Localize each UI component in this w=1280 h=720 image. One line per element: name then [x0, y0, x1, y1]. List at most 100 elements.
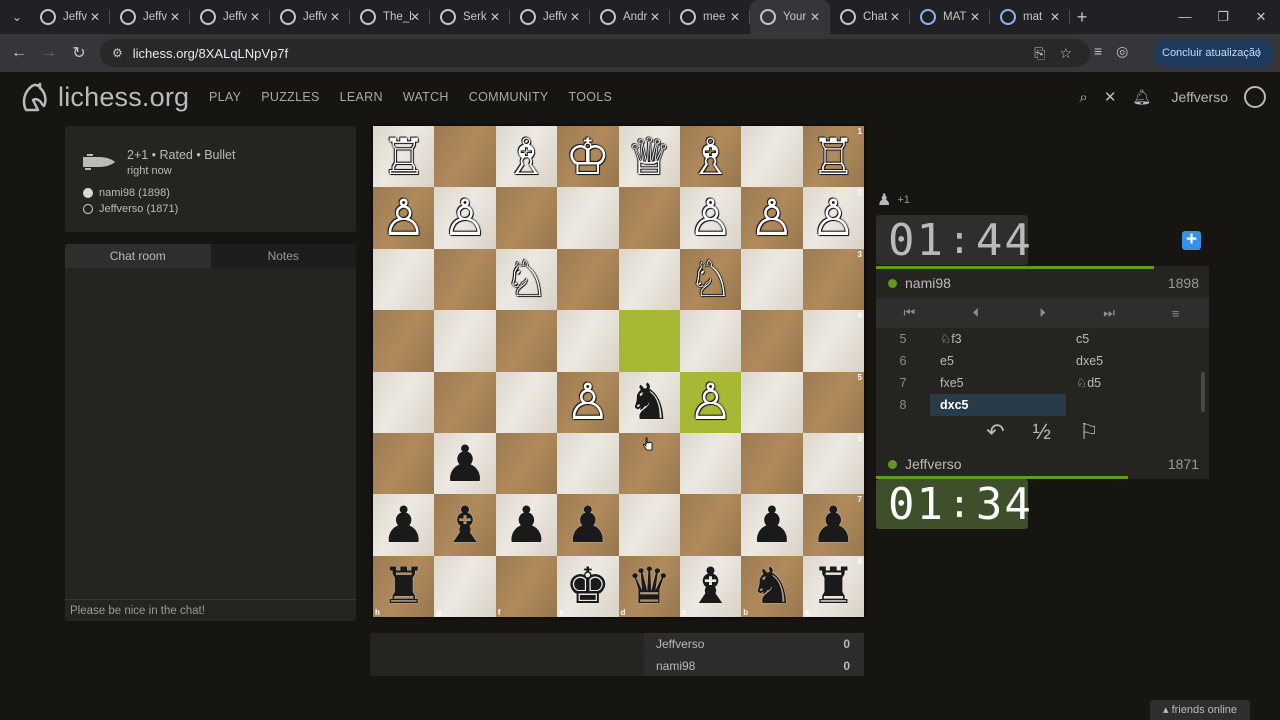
white-rook-piece[interactable]: ♖ [381, 132, 426, 182]
white-rook-piece[interactable]: ♖ [811, 132, 856, 182]
square-d8[interactable]: ♛ d [618, 555, 680, 617]
friends-online-button[interactable]: ▴ friends online [1150, 700, 1250, 720]
square-f7[interactable]: ♟ [495, 494, 558, 556]
tab-close-icon[interactable]: ✕ [330, 10, 340, 24]
square-h4[interactable] [373, 310, 435, 372]
black-pawn-piece[interactable]: ♟ [443, 439, 488, 489]
tab-close-icon[interactable]: ✕ [730, 10, 740, 24]
install-app-icon[interactable]: ⎘ [1034, 45, 1045, 62]
tab-close-icon[interactable]: ✕ [970, 10, 980, 24]
nav-item-puzzles[interactable]: PUZZLES [261, 90, 319, 104]
black-rook-piece[interactable]: ♜ [811, 561, 856, 611]
square-a3[interactable]: 3 [802, 248, 864, 311]
square-c2[interactable]: ♙ [679, 187, 742, 249]
tab-close-icon[interactable]: ✕ [90, 10, 100, 24]
black-pawn-piece[interactable]: ♟ [381, 500, 426, 550]
white-bishop-piece[interactable]: ♗ [688, 132, 733, 182]
square-g6[interactable]: ♟ [434, 432, 496, 495]
square-h6[interactable] [373, 432, 435, 495]
square-g8[interactable]: g [434, 555, 496, 617]
browser-tab[interactable]: Chat ✕ [830, 0, 910, 34]
update-button[interactable]: Concluir atualização ⋮ [1154, 39, 1274, 67]
white-knight-piece[interactable]: ♘ [688, 254, 733, 304]
square-d3[interactable] [618, 248, 680, 311]
notifications-bell-icon[interactable]: 🔔︎ [1132, 88, 1151, 106]
nav-item-learn[interactable]: LEARN [340, 90, 383, 104]
square-h7[interactable]: ♟ [373, 494, 435, 556]
tab-close-icon[interactable]: ✕ [250, 10, 260, 24]
square-d1[interactable]: ♕ [618, 126, 680, 188]
white-move[interactable]: fxe5 [930, 372, 1066, 394]
black-bishop-piece[interactable]: ♝ [443, 500, 488, 550]
square-d2[interactable] [618, 187, 680, 249]
square-d4[interactable] [618, 310, 680, 372]
square-d7[interactable] [618, 494, 680, 556]
tab-close-icon[interactable]: ✕ [570, 10, 580, 24]
resign-flag-icon[interactable]: ⚐ [1079, 419, 1099, 445]
takeback-icon[interactable]: ↶ [986, 419, 1004, 445]
white-pawn-piece[interactable]: ♙ [565, 377, 610, 427]
white-knight-piece[interactable]: ♘ [504, 254, 549, 304]
black-move[interactable]: c5 [1066, 328, 1202, 350]
square-h1[interactable]: ♖ [373, 126, 435, 188]
white-move[interactable]: ♘f3 [930, 328, 1066, 350]
square-c7[interactable] [679, 494, 742, 556]
tab-close-icon[interactable]: ✕ [1050, 10, 1060, 24]
white-player-entry[interactable]: nami98 (1898) [83, 187, 170, 199]
white-king-piece[interactable]: ♔ [565, 132, 610, 182]
address-bar[interactable]: ⚙ lichess.org/8XALqLNpVp7f ⎘ ☆ [100, 39, 1090, 67]
black-knight-piece[interactable]: ♞ [750, 561, 795, 611]
user-avatar-icon[interactable] [1244, 86, 1266, 108]
minimize-button[interactable]: — [1166, 0, 1204, 34]
browser-tab[interactable]: Jeffv ✕ [30, 0, 110, 34]
browser-tab[interactable]: Jeffv ✕ [190, 0, 270, 34]
username-link[interactable]: Jeffverso [1171, 89, 1228, 105]
give-time-button[interactable]: + [1182, 230, 1201, 250]
crosstable-row[interactable]: Jeffverso 0 [644, 633, 864, 654]
square-a6[interactable]: 6 [802, 432, 864, 495]
square-c4[interactable] [679, 310, 742, 372]
square-b3[interactable] [741, 248, 803, 311]
square-a7[interactable]: ♟ 7 [802, 494, 864, 556]
square-g5[interactable] [434, 371, 496, 433]
square-b1[interactable] [741, 126, 803, 188]
browser-tab[interactable]: Jeffv ✕ [110, 0, 190, 34]
square-b8[interactable]: ♞ b [741, 555, 803, 617]
opponent-name[interactable]: nami98 [905, 275, 951, 291]
close-window-button[interactable]: ✕ [1242, 0, 1280, 34]
square-a4[interactable]: 4 [802, 310, 864, 372]
offer-draw-icon[interactable]: ½ [1033, 419, 1051, 445]
chat-input[interactable]: Please be nice in the chat! [65, 599, 356, 621]
browser-tab[interactable]: The_l ✕ [350, 0, 430, 34]
square-f1[interactable]: ♗ [495, 126, 558, 188]
white-pawn-piece[interactable]: ♙ [688, 193, 733, 243]
square-g2[interactable]: ♙ [434, 187, 496, 249]
square-f8[interactable]: f [495, 555, 558, 617]
white-bishop-piece[interactable]: ♗ [504, 132, 549, 182]
black-pawn-piece[interactable]: ♟ [504, 500, 549, 550]
site-info-icon[interactable]: ⚙ [112, 46, 123, 60]
square-f5[interactable] [495, 371, 558, 433]
tab-close-icon[interactable]: ✕ [170, 10, 180, 24]
square-b6[interactable] [741, 432, 803, 495]
reload-button[interactable]: ↻ [64, 43, 94, 63]
square-e7[interactable]: ♟ [557, 494, 619, 556]
crosstable-row[interactable]: nami98 0 [644, 655, 864, 676]
tab-chat-room[interactable]: Chat room [65, 244, 211, 268]
tab-close-icon[interactable]: ✕ [490, 10, 500, 24]
player-name[interactable]: Jeffverso [905, 456, 962, 472]
back-button[interactable]: ← [4, 44, 34, 62]
browser-tab[interactable]: Jeffv ✕ [510, 0, 590, 34]
bookmark-star-icon[interactable]: ☆ [1059, 45, 1072, 62]
browser-tab[interactable]: Andr ✕ [590, 0, 670, 34]
white-pawn-piece[interactable]: ♙ [688, 377, 733, 427]
black-pawn-piece[interactable]: ♟ [811, 500, 856, 550]
black-pawn-piece[interactable]: ♟ [750, 500, 795, 550]
tab-close-icon[interactable]: ✕ [810, 10, 820, 24]
white-move[interactable]: dxc5 [930, 394, 1066, 416]
nav-item-play[interactable]: PLAY [209, 90, 241, 104]
black-pawn-piece[interactable]: ♟ [565, 500, 610, 550]
prev-move-icon[interactable]: ⏴ [943, 305, 1010, 321]
search-icon[interactable]: ⌕ [1079, 89, 1087, 106]
browser-tab[interactable]: Jeffv ✕ [270, 0, 350, 34]
